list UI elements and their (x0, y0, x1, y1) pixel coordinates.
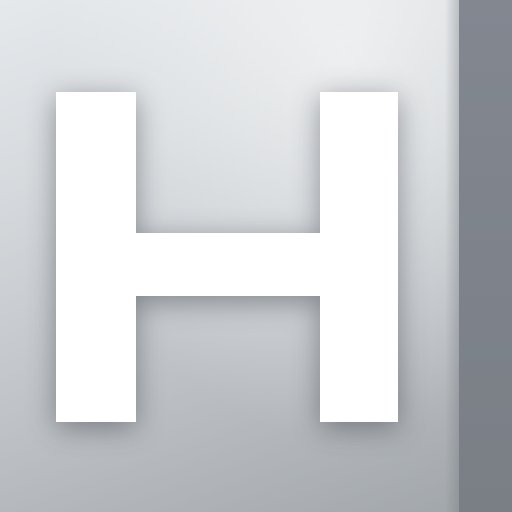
icon-side-strip (459, 0, 512, 512)
h-left-stem (56, 92, 136, 422)
h-app-icon[interactable]: H (0, 0, 512, 512)
h-letter-icon: H (56, 92, 398, 422)
h-right-stem (320, 92, 398, 422)
h-crossbar (134, 233, 322, 296)
